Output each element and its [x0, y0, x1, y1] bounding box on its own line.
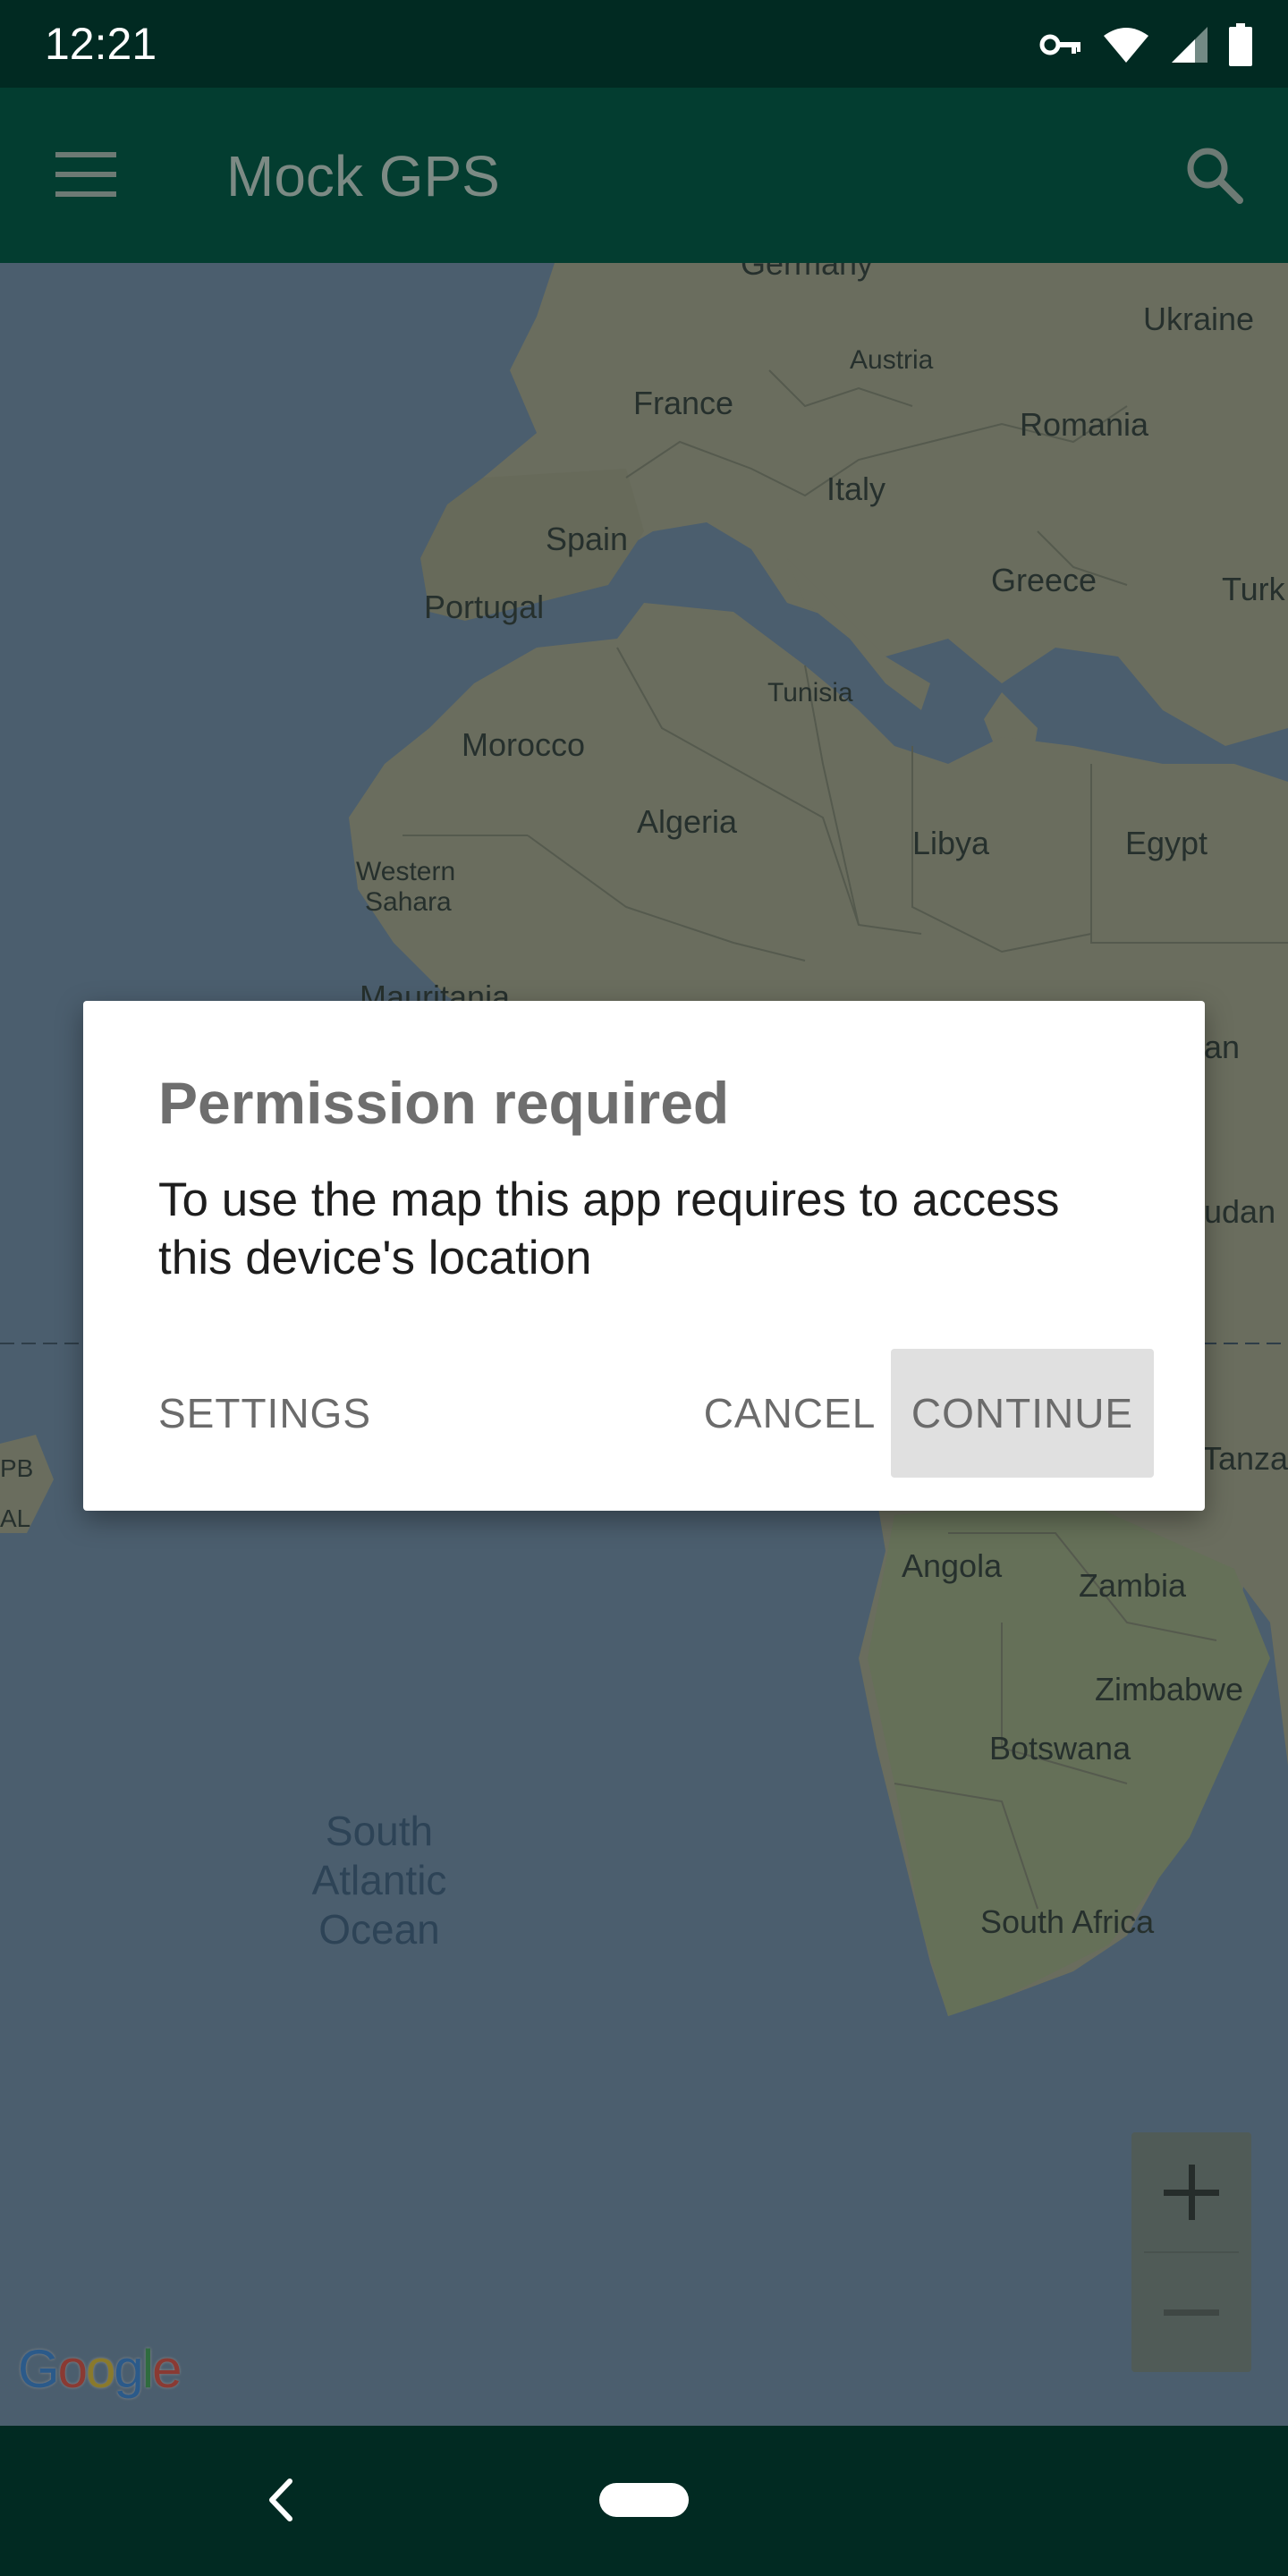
- search-icon[interactable]: [1182, 143, 1247, 208]
- ocean-label-line: Ocean: [318, 1906, 440, 1953]
- dialog-message: To use the map this app requires to acce…: [158, 1174, 1060, 1284]
- map-label: Spain: [546, 521, 629, 557]
- map-label: AL: [0, 1504, 31, 1532]
- map-label: France: [633, 385, 734, 421]
- status-icons: [1039, 20, 1252, 70]
- map-label: South Africa: [980, 1903, 1155, 1940]
- cancel-button[interactable]: CANCEL: [674, 1349, 906, 1478]
- map-label: Germany: [741, 263, 874, 282]
- app-bar: Mock GPS: [0, 88, 1288, 263]
- map-label: Angola: [902, 1547, 1003, 1584]
- status-time: 12:21: [45, 19, 157, 69]
- status-bar: 12:21: [0, 0, 1288, 88]
- map-label: Tunisia: [767, 678, 853, 708]
- map-label: Morocco: [462, 726, 586, 763]
- hamburger-menu-icon[interactable]: [55, 152, 118, 199]
- map-label: Zambia: [1079, 1567, 1187, 1604]
- map-label: Sahara: [365, 887, 452, 917]
- map-label: an: [1204, 1029, 1241, 1065]
- settings-button[interactable]: SETTINGS: [158, 1349, 371, 1478]
- map-label: Portugal: [424, 589, 545, 625]
- map-label: Botswana: [989, 1730, 1131, 1767]
- map-label: Romania: [1020, 406, 1149, 443]
- map-label: Tanza: [1202, 1440, 1288, 1477]
- map-label: Austria: [850, 345, 934, 375]
- map-label: Greece: [991, 562, 1097, 598]
- battery-icon: [1229, 23, 1252, 66]
- map-label: Algeria: [637, 803, 738, 840]
- system-nav-bar: [0, 2426, 1288, 2576]
- plus-icon-vertical: [1189, 2165, 1195, 2220]
- map-label: Egypt: [1125, 825, 1208, 861]
- map-label: Libya: [912, 825, 990, 861]
- dialog-title: Permission required: [158, 1070, 730, 1136]
- map-label: PB: [0, 1454, 34, 1482]
- continue-button[interactable]: CONTINUE: [891, 1349, 1154, 1478]
- zoom-in-button[interactable]: [1131, 2132, 1251, 2252]
- vpn-key-icon: [1039, 34, 1080, 55]
- zoom-out-button[interactable]: [1131, 2252, 1251, 2372]
- wifi-icon: [1104, 28, 1148, 63]
- signal-icon: [1172, 27, 1208, 63]
- map-label: Ukraine: [1143, 301, 1255, 337]
- map-label: Western: [356, 857, 456, 886]
- app-title: Mock GPS: [226, 144, 500, 208]
- map-label: Zimbabwe: [1095, 1671, 1244, 1707]
- home-pill-icon[interactable]: [599, 2483, 689, 2517]
- ocean-label-line: South: [325, 1808, 434, 1854]
- minus-icon: [1164, 2309, 1219, 2316]
- map-label: udan: [1204, 1193, 1276, 1230]
- ocean-label-line: Atlantic: [311, 1857, 447, 1903]
- permission-dialog: Permission required To use the map this …: [83, 1001, 1205, 1511]
- zoom-controls: [1131, 2132, 1251, 2372]
- map-label: Italy: [826, 470, 886, 507]
- ocean-label: South Atlantic Ocean: [301, 1807, 458, 1954]
- back-chevron-icon[interactable]: [259, 2470, 301, 2529]
- map-label: Turk: [1222, 571, 1285, 607]
- google-logo: Google: [18, 2339, 182, 2399]
